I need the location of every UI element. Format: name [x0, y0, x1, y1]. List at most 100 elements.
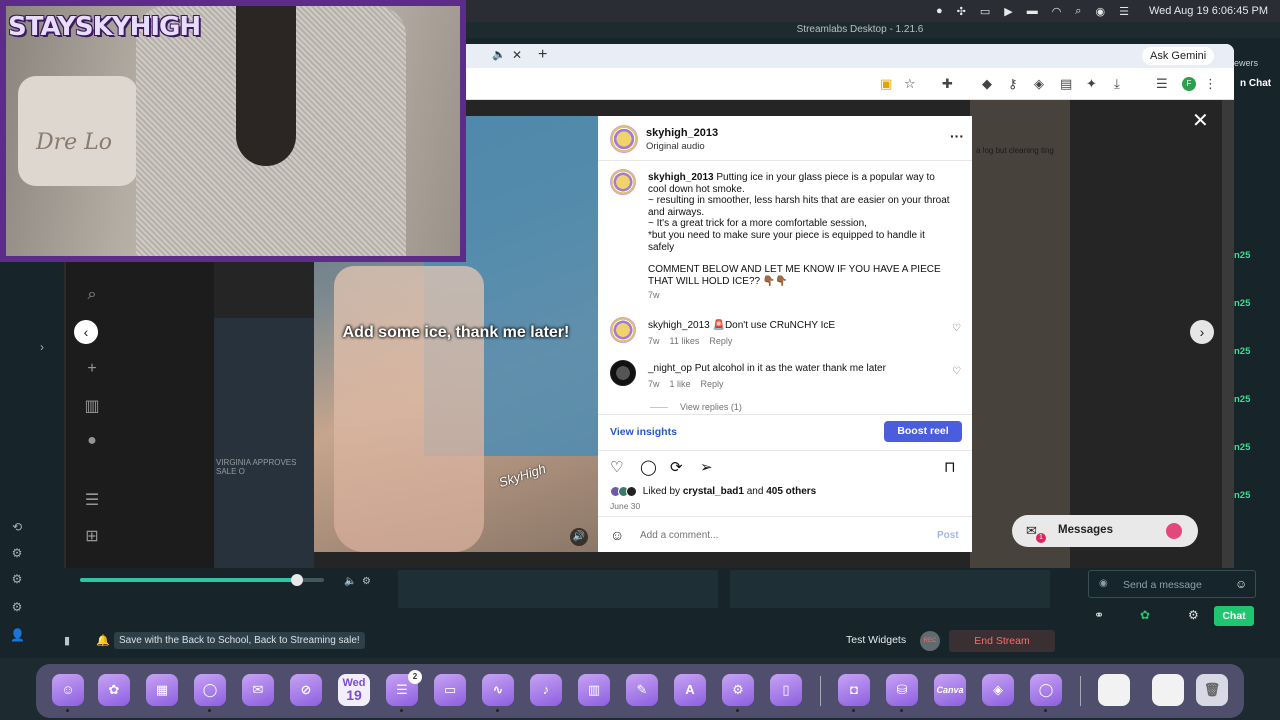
iphone-mirroring-icon[interactable]: ▯	[770, 674, 802, 706]
record-button[interactable]: REC	[920, 631, 940, 651]
comment-reply-button[interactable]: Reply	[701, 379, 724, 389]
next-post-arrow-icon[interactable]: ›	[1190, 320, 1214, 344]
messages-pill[interactable]: ✉ 1 Messages	[1012, 515, 1198, 547]
layers-app-icon[interactable]: ◈	[982, 674, 1014, 706]
extension-car-icon[interactable]: ◆	[982, 76, 992, 92]
send-message-input[interactable]: ◉ Send a message ☺	[1088, 570, 1256, 598]
trash-icon[interactable]: 🗑	[1196, 674, 1228, 706]
comment-avatar[interactable]	[610, 317, 636, 343]
layout-icon[interactable]: ⚙	[10, 546, 24, 560]
audio-mixer-slider[interactable]	[80, 574, 324, 586]
previous-post-arrow-icon[interactable]: ‹	[74, 320, 98, 344]
more-options-icon[interactable]: ···	[950, 128, 964, 144]
close-modal-icon[interactable]: ✕	[1192, 108, 1209, 133]
cast-icon[interactable]: ▣	[880, 76, 892, 92]
messages-app-icon[interactable]: ◯	[1030, 674, 1062, 706]
recent-document-icon[interactable]	[1152, 674, 1184, 706]
comment-reply-button[interactable]: Reply	[709, 336, 732, 346]
wifi-icon[interactable]: ◠	[1052, 5, 1062, 18]
database-icon[interactable]: ⛁	[886, 674, 918, 706]
post-comment-button[interactable]: Post	[937, 530, 959, 541]
music-icon[interactable]: ♪	[530, 674, 562, 706]
bookmark-star-icon[interactable]: ☆	[904, 76, 916, 92]
tab-close-icon[interactable]: ✕	[512, 48, 522, 62]
repost-icon[interactable]: ⟳	[670, 458, 683, 476]
pages-icon[interactable]: ✎	[626, 674, 658, 706]
like-comment-heart-icon[interactable]: ♡	[952, 366, 961, 377]
control-center-icon[interactable]: ☰	[1119, 5, 1129, 18]
like-comment-heart-icon[interactable]: ♡	[952, 323, 961, 334]
chrome-menu-icon[interactable]: ●	[936, 5, 943, 17]
chat-integrations-icon[interactable]: ⚭	[1094, 608, 1104, 622]
extension-key-icon[interactable]: ⚷	[1008, 76, 1018, 92]
chat-settings-icon[interactable]: ⚙	[1188, 608, 1199, 622]
video-sound-icon[interactable]: 🔊	[570, 528, 588, 546]
chat-app-icon[interactable]: ✿	[1140, 608, 1150, 622]
post-author-username[interactable]: skyhigh_2013	[646, 127, 718, 139]
spotlight-search-icon[interactable]: ⌕	[1075, 5, 1081, 18]
view-insights-link[interactable]: View insights	[610, 426, 677, 438]
notification-bell-icon[interactable]: 🔔	[96, 634, 110, 647]
promo-banner[interactable]: Save with the Back to School, Back to St…	[114, 632, 365, 649]
reading-list-icon[interactable]: ▤	[1060, 76, 1072, 92]
comment-avatar[interactable]	[610, 360, 636, 386]
profile-avatar[interactable]: F	[1182, 77, 1196, 91]
emoji-icon[interactable]: ☺	[610, 527, 624, 543]
canva-icon[interactable]: Canva	[934, 674, 966, 706]
ask-gemini-button[interactable]: Ask Gemini	[1142, 47, 1215, 65]
emoji-icon[interactable]: ☺	[1235, 577, 1247, 591]
like-heart-icon[interactable]: ♡	[610, 458, 623, 476]
caption-username[interactable]: skyhigh_2013	[648, 172, 714, 183]
comment-input[interactable]: Add a comment...	[640, 530, 718, 541]
tab-audio-icon[interactable]: 🔈	[492, 48, 506, 61]
studio-mode-icon[interactable]: ⟲	[10, 520, 24, 534]
comment-likes[interactable]: 1 like	[670, 379, 691, 389]
safari-profile-icon[interactable]: ◯	[194, 674, 226, 706]
boost-reel-button[interactable]: Boost reel	[884, 421, 962, 442]
tab-search-icon[interactable]: ☰	[1156, 76, 1168, 92]
calendar-icon[interactable]: Wed 19	[338, 674, 370, 706]
freeform-icon[interactable]: ∿	[482, 674, 514, 706]
view-replies-button[interactable]: View replies (1)	[650, 402, 742, 412]
mail-icon[interactable]: ✉	[242, 674, 274, 706]
performance-icon[interactable]: ▮	[64, 634, 70, 647]
settings-icon[interactable]: ⚙	[10, 600, 24, 614]
collapse-arrow-icon[interactable]: ›	[40, 340, 44, 354]
extension-puzzle-icon[interactable]: ✦	[1086, 76, 1097, 92]
siri-icon[interactable]: ◉	[1095, 5, 1105, 18]
extension-shield-icon[interactable]: ◈	[1034, 76, 1044, 92]
mixer-settings-icon[interactable]: ⚙	[362, 576, 371, 587]
liked-by-others[interactable]: 405 others	[766, 486, 816, 497]
caption-author-avatar[interactable]	[610, 169, 636, 195]
reminders-icon[interactable]: ☰ 2	[386, 670, 422, 706]
streamlabs-icon[interactable]: ◘	[838, 674, 870, 706]
numbers-icon[interactable]: ▥	[578, 674, 610, 706]
download-icon[interactable]: ⤓	[1114, 76, 1120, 92]
test-widgets-button[interactable]: Test Widgets	[846, 634, 906, 646]
comment-likes[interactable]: 11 likes	[670, 336, 700, 346]
chat-send-button[interactable]: Chat	[1214, 606, 1254, 626]
comment-bubble-icon[interactable]: ◯	[640, 458, 657, 476]
battery-icon[interactable]: ▬	[1027, 5, 1038, 17]
volume-icon[interactable]: 🔈	[344, 576, 356, 587]
comment-username[interactable]: _night_op	[648, 363, 692, 374]
safari-icon[interactable]: ⊘	[290, 674, 322, 706]
new-tab-icon[interactable]: +	[538, 46, 547, 64]
post-author-avatar[interactable]	[610, 125, 638, 153]
notes-icon[interactable]: ▭	[434, 674, 466, 706]
extension-menu-icon[interactable]: ✣	[957, 5, 966, 18]
chrome-menu-icon[interactable]: ⋮	[1204, 76, 1217, 92]
control-center-pill-icon[interactable]: ▭	[980, 5, 990, 18]
liked-by-user[interactable]: crystal_bad1	[683, 486, 744, 497]
media-play-icon[interactable]: ▶	[1004, 5, 1012, 18]
menu-clock[interactable]: Wed Aug 19 6:06:45 PM	[1149, 5, 1268, 17]
post-audio-label[interactable]: Original audio	[646, 141, 705, 152]
comment-username[interactable]: skyhigh_2013	[648, 320, 710, 331]
themes-icon[interactable]: ⚙	[10, 572, 24, 586]
app-store-icon[interactable]: A	[674, 674, 706, 706]
end-stream-button[interactable]: End Stream	[949, 630, 1055, 652]
share-icon[interactable]: ➢	[700, 458, 713, 476]
photos-icon[interactable]: ✿	[98, 674, 130, 706]
finder-icon[interactable]: ☺	[52, 674, 84, 706]
system-settings-icon[interactable]: ⚙	[722, 674, 754, 706]
